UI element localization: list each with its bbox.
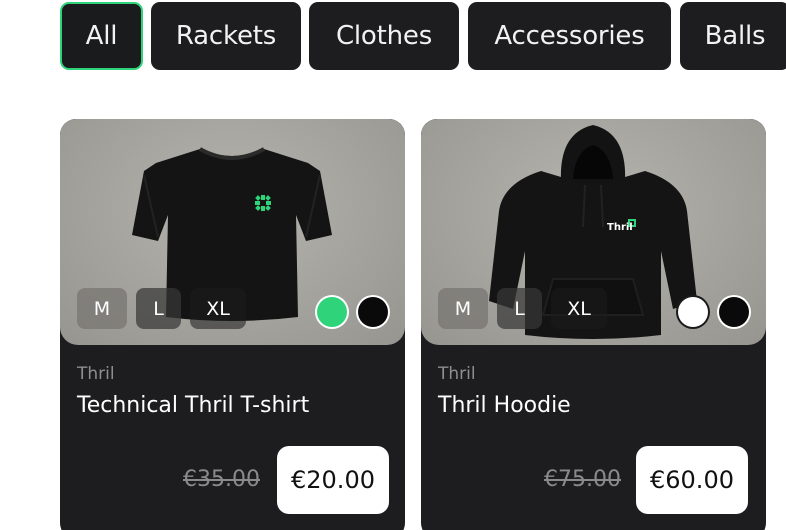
original-price: €35.00	[183, 467, 260, 492]
size-option-m[interactable]: M	[438, 288, 488, 329]
tab-balls[interactable]: Balls	[680, 2, 786, 70]
tab-all[interactable]: All	[60, 2, 143, 70]
product-image[interactable]: M L XL	[60, 119, 405, 345]
hoodie-print-text: Thril	[607, 222, 633, 233]
product-card-tshirt[interactable]: M L XL Thril Technical Thril T-shirt €35…	[60, 119, 405, 530]
size-option-xl[interactable]: XL	[190, 288, 246, 329]
size-option-l[interactable]: L	[136, 288, 181, 329]
color-swatch-black[interactable]	[719, 297, 749, 327]
color-swatch-black[interactable]	[358, 297, 388, 327]
tab-accessories[interactable]: Accessories	[468, 2, 671, 70]
price-button[interactable]: €60.00	[636, 446, 748, 514]
product-image[interactable]: Thril M L XL	[421, 119, 766, 345]
product-brand: Thril	[77, 364, 115, 384]
size-option-xl[interactable]: XL	[551, 288, 607, 329]
product-card-hoodie[interactable]: Thril M L XL Thril Thril Hoodie €75.00 €…	[421, 119, 766, 530]
original-price: €75.00	[544, 467, 621, 492]
color-swatch-white[interactable]	[678, 297, 708, 327]
product-name[interactable]: Thril Hoodie	[438, 393, 571, 418]
size-option-l[interactable]: L	[497, 288, 542, 329]
size-option-m[interactable]: M	[77, 288, 127, 329]
product-name[interactable]: Technical Thril T-shirt	[77, 393, 309, 418]
tab-clothes[interactable]: Clothes	[309, 2, 459, 70]
color-swatch-green[interactable]	[317, 297, 347, 327]
tab-rackets[interactable]: Rackets	[151, 2, 301, 70]
price-button[interactable]: €20.00	[277, 446, 389, 514]
product-brand: Thril	[438, 364, 476, 384]
